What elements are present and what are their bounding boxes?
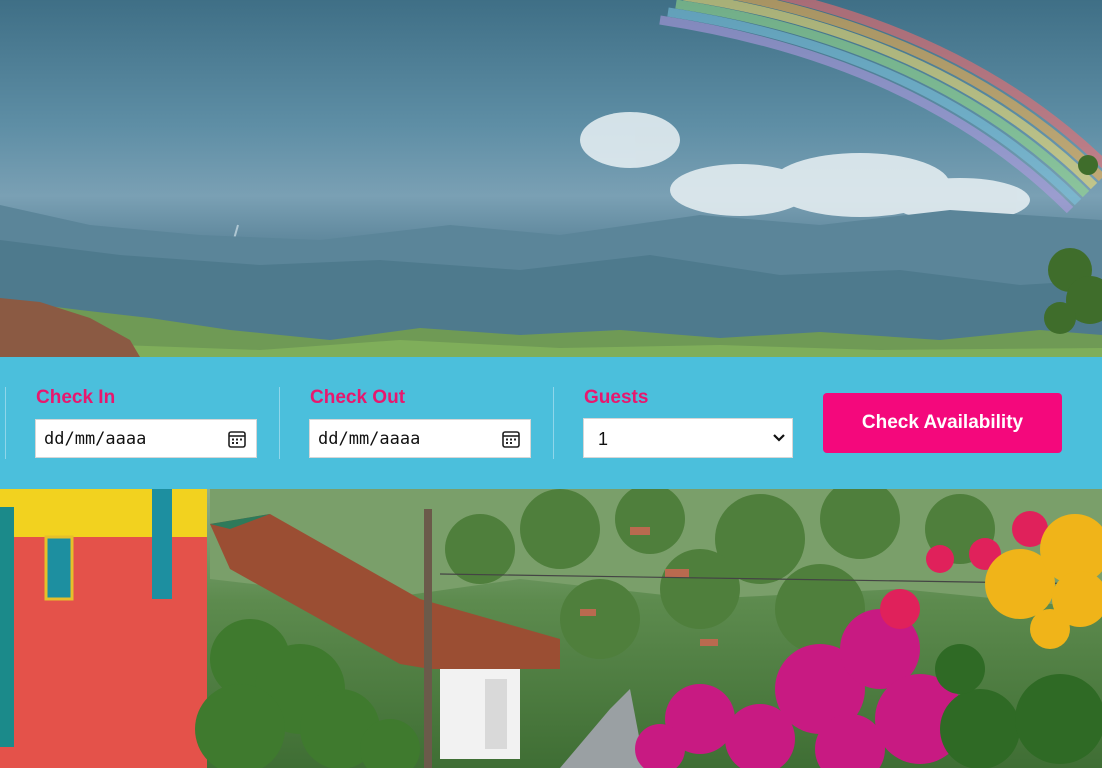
divider <box>279 387 280 459</box>
check-availability-button[interactable]: Check Availability <box>823 393 1062 453</box>
booking-bar: Check In dd/mm/aaaa Check Out dd/mm/aaaa… <box>0 357 1102 489</box>
landscape-rainbow-illustration <box>0 0 1102 357</box>
guests-select[interactable]: 1 <box>583 418 793 458</box>
check-out-label: Check Out <box>310 387 406 408</box>
hero-image-bottom <box>0 489 1102 768</box>
guests-value: 1 <box>598 429 609 449</box>
calendar-icon[interactable] <box>501 429 521 449</box>
check-out-value: dd/mm/aaaa <box>318 429 421 449</box>
divider <box>5 387 6 459</box>
check-out-input[interactable]: dd/mm/aaaa <box>309 419 531 458</box>
village-flowers-illustration <box>0 489 1102 768</box>
guests-label: Guests <box>584 387 649 408</box>
divider <box>553 387 554 459</box>
hero-image-top <box>0 0 1102 357</box>
check-in-input[interactable]: dd/mm/aaaa <box>35 419 257 458</box>
check-in-label: Check In <box>36 387 116 408</box>
calendar-icon[interactable] <box>227 429 247 449</box>
chevron-down-icon <box>773 434 785 442</box>
check-in-value: dd/mm/aaaa <box>44 429 147 449</box>
